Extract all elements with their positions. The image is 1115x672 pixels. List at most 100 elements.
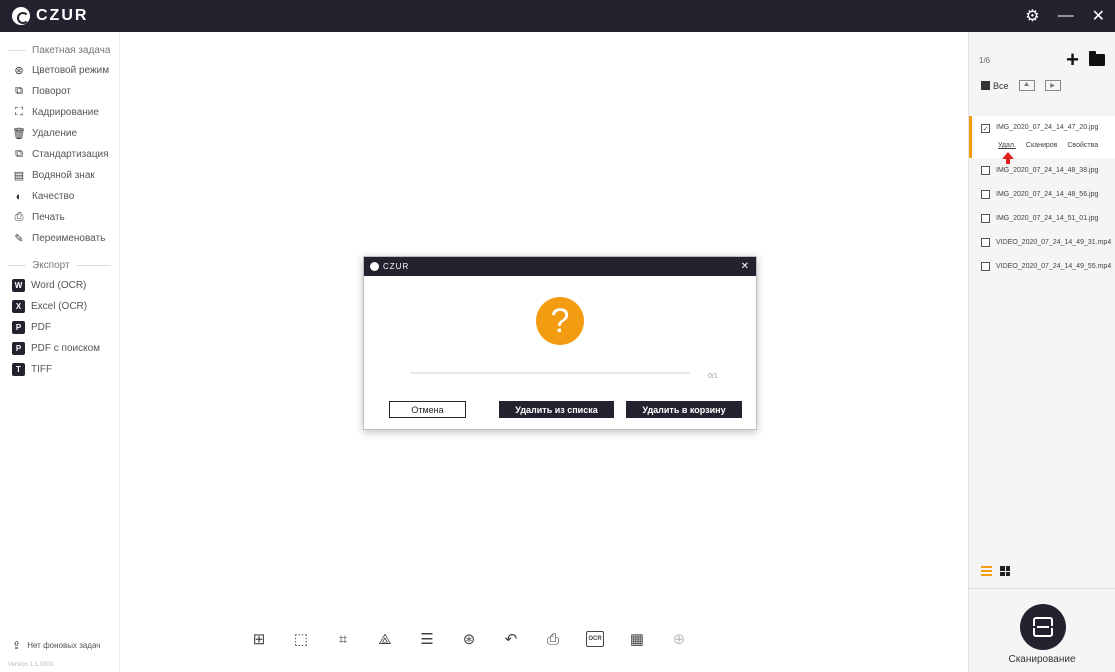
file-checkbox[interactable]: ✓ (981, 124, 990, 133)
qr-code-icon[interactable]: ▦ (626, 628, 648, 650)
file-list-item[interactable]: VIDEO_2020_07_24_14_49_31.mp4 (969, 230, 1115, 254)
divider (969, 588, 1115, 589)
sidebar-item-label: Кадрирование (32, 107, 99, 118)
filter-all-checkbox (981, 81, 990, 90)
app-title: CZUR (36, 7, 89, 24)
file-list-item[interactable]: IMG_2020_07_24_14_51_01.jpg (969, 206, 1115, 230)
pdf-search-icon: P (12, 342, 25, 355)
sidebar-item-color-mode[interactable]: ⊛ Цветовой режим (0, 60, 119, 81)
progress-bar (410, 372, 690, 374)
excel-icon: X (12, 300, 25, 313)
file-name: IMG_2020_07_24_14_48_38.jpg (996, 166, 1099, 174)
dialog-close-icon[interactable]: ✕ (741, 261, 750, 272)
ocr-icon[interactable]: OCR (584, 628, 606, 650)
file-delete-link[interactable]: Удал. (998, 142, 1016, 149)
background-tasks[interactable]: ⇪ Нет фоновых задач (12, 639, 100, 652)
sidebar-item-pdf[interactable]: P PDF (0, 317, 119, 338)
quality-icon: ◐ (15, 190, 23, 203)
minimize-icon[interactable]: — (1058, 7, 1074, 25)
watermark-icon: ▤ (13, 170, 25, 182)
sidebar-item-tiff[interactable]: T TIFF (0, 359, 119, 380)
export-section-header: Экспорт (0, 255, 119, 275)
rename-icon: ✎ (14, 233, 24, 245)
sidebar-item-crop[interactable]: ⛶ Кадрирование (0, 102, 119, 123)
color-mode-icon: ⊛ (14, 65, 24, 77)
files-panel: 1/6 + Все ⛰ ▶ ✓ IMG_2020_07_24_14_47_20.j… (968, 32, 1115, 672)
sidebar-item-label: PDF с поиском (31, 343, 101, 354)
file-properties-link[interactable]: Свойства (1067, 142, 1098, 149)
scan-button[interactable] (1020, 604, 1066, 650)
file-checkbox[interactable] (981, 261, 990, 271)
files-panel-header: 1/6 + (979, 48, 1105, 72)
file-checkbox[interactable] (981, 189, 990, 199)
crop-icon[interactable]: ⌗ (332, 628, 354, 650)
sidebar-item-label: Водяной знак (32, 170, 95, 181)
folder-icon[interactable] (1089, 51, 1105, 66)
gear-icon[interactable]: ⚙ (1025, 6, 1039, 26)
question-icon: ? (536, 297, 584, 345)
file-list-item[interactable]: IMG_2020_07_24_14_48_56.jpg (969, 182, 1115, 206)
export-menu: W Word (OCR) X Excel (OCR) P PDF P PDF с поиско… (0, 275, 119, 380)
file-list-item[interactable]: ✓ IMG_2020_07_24_14_47_20.jpg Удал. Сканиро… (969, 116, 1115, 164)
cancel-button[interactable]: Отмена (389, 401, 466, 418)
file-checkbox[interactable] (981, 213, 990, 223)
sidebar-item-delete[interactable]: 🗑 Удаление (0, 123, 119, 144)
sidebar-item-word[interactable]: W Word (OCR) (0, 275, 119, 296)
file-list-item[interactable]: VIDEO_2020_07_24_14_49_55.mp4 (969, 254, 1115, 278)
split-icon[interactable]: ⊞ (248, 628, 270, 650)
sidebar-item-label: Excel (OCR) (31, 301, 88, 312)
file-name: IMG_2020_07_24_14_48_56.jpg (996, 190, 1099, 198)
view-toggle (981, 566, 1010, 576)
file-list: ✓ IMG_2020_07_24_14_47_20.jpg Удал. Сканиро… (969, 116, 1115, 278)
sidebar-item-rotate[interactable]: ⧉ Поворот (0, 81, 119, 102)
file-scan-link[interactable]: Сканиров (1026, 142, 1057, 149)
word-icon: W (12, 279, 25, 292)
move-to-trash-button[interactable]: Удалить в корзину (626, 401, 742, 418)
undo-icon[interactable]: ↶ (500, 628, 522, 650)
sidebar-item-watermark[interactable]: ▤ Водяной знак (0, 165, 119, 186)
sidebar-item-quality[interactable]: ◐ Качество (0, 186, 119, 207)
filter-videos-icon[interactable]: ▶ (1044, 80, 1061, 91)
background-tasks-label: Нет фоновых задач (27, 641, 101, 650)
file-checkbox[interactable] (981, 165, 990, 175)
upload-icon: ⇪ (12, 640, 22, 652)
sidebar-item-excel[interactable]: X Excel (OCR) (0, 296, 119, 317)
remove-from-list-button[interactable]: Удалить из списка (499, 401, 614, 418)
select-area-icon[interactable]: ⬚ (290, 628, 312, 650)
dialog-title-bar: CZUR ✕ (364, 257, 756, 276)
sidebar-item-rename[interactable]: ✎ Переименовать (0, 228, 119, 249)
list-view-icon[interactable] (981, 566, 992, 576)
file-filters: Все ⛰ ▶ (981, 80, 1061, 91)
sidebar-item-label: Word (OCR) (31, 280, 87, 291)
sidebar-item-label: Стандартизация (32, 149, 109, 160)
pdf-icon: P (12, 321, 25, 334)
tiff-icon: T (12, 363, 25, 376)
rotate-crop-icon[interactable]: ⟁ (374, 628, 396, 650)
file-name: VIDEO_2020_07_24_14_49_31.mp4 (996, 238, 1112, 246)
standardize-icon: ⧉ (15, 148, 23, 160)
grid-view-icon[interactable] (1000, 566, 1010, 576)
sidebar-item-label: Качество (32, 191, 75, 202)
sidebar-item-standardize[interactable]: ⧉ Стандартизация (0, 144, 119, 165)
sidebar-item-print[interactable]: ⎙ Печать (0, 207, 119, 228)
title-bar: CZUR ⚙ — ✕ (0, 0, 1115, 32)
add-file-icon[interactable]: + (1066, 49, 1079, 71)
sidebar-item-label: Удаление (32, 128, 78, 139)
file-name: IMG_2020_07_24_14_47_20.jpg (996, 124, 1099, 131)
filter-all[interactable]: Все (981, 81, 1009, 91)
file-list-item[interactable]: IMG_2020_07_24_14_48_38.jpg (969, 158, 1115, 182)
sidebar-item-label: Поворот (32, 86, 71, 97)
file-name: VIDEO_2020_07_24_14_49_55.mp4 (996, 262, 1112, 270)
sidebar-item-label: TIFF (31, 364, 53, 375)
scan-icon (1031, 617, 1055, 637)
file-checkbox[interactable] (981, 237, 990, 247)
color-icon[interactable]: ⊛ (458, 628, 480, 650)
print-icon[interactable]: ⎙ (542, 628, 564, 650)
close-icon[interactable]: ✕ (1092, 6, 1105, 26)
center-icon: ⊕ (672, 631, 686, 648)
rotate-icon: ⧉ (15, 85, 23, 97)
filter-images-icon[interactable]: ⛰ (1018, 80, 1035, 91)
sidebar-item-pdf-search[interactable]: P PDF с поиском (0, 338, 119, 359)
dialog-title: CZUR (383, 262, 410, 271)
adjust-icon[interactable]: ☰ (416, 628, 438, 650)
